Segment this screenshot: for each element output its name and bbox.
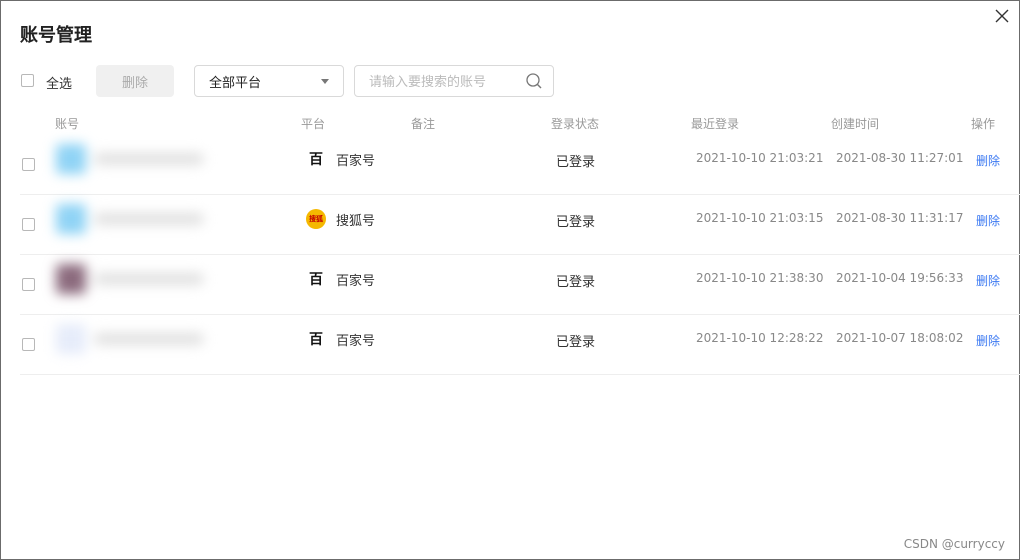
baijiahao-icon: 百 [309, 152, 323, 168]
platform-name: 百家号 [336, 334, 376, 349]
watermark: CSDN @curryccy [903, 537, 1005, 551]
account-management-dialog: 账号管理 全选 删除 全部平台 账号 平台 备注 登录状态 最近登录 创建时间 … [0, 0, 1020, 560]
header-remark: 备注 [411, 117, 436, 131]
account-name-blurred [94, 153, 204, 165]
last-login-time: 2021-10-10 21:03:21 [696, 151, 824, 165]
caret-down-icon [321, 79, 329, 84]
avatar [56, 204, 86, 234]
platform-select[interactable]: 全部平台 [194, 65, 344, 97]
row-checkbox[interactable] [22, 158, 35, 171]
table-row: 百 百家号 已登录 2021-10-10 12:28:22 2021-10-07… [20, 315, 1020, 375]
header-actions: 操作 [971, 117, 996, 131]
search-box [354, 65, 554, 97]
row-delete-link[interactable]: 删除 [976, 272, 1000, 289]
sohu-icon: 搜狐 [306, 209, 326, 229]
account-cell-blurred [56, 259, 236, 301]
created-time: 2021-08-30 11:31:17 [836, 211, 964, 225]
close-icon[interactable] [993, 7, 1011, 25]
header-login-status: 登录状态 [551, 117, 600, 131]
login-status: 已登录 [556, 155, 596, 170]
table-row: 搜狐 搜狐号 已登录 2021-10-10 21:03:15 2021-08-3… [20, 195, 1020, 255]
last-login-time: 2021-10-10 21:03:15 [696, 211, 824, 225]
row-checkbox[interactable] [22, 338, 35, 351]
row-delete-link[interactable]: 删除 [976, 152, 1000, 169]
account-cell-blurred [56, 139, 236, 181]
avatar [56, 264, 86, 294]
toolbar: 全选 删除 全部平台 [1, 65, 1019, 97]
platform-name: 百家号 [336, 274, 376, 289]
delete-selected-button[interactable]: 删除 [96, 65, 174, 97]
login-status: 已登录 [556, 275, 596, 290]
account-name-blurred [94, 213, 204, 225]
search-icon[interactable] [525, 72, 543, 90]
account-cell-blurred [56, 199, 236, 241]
login-status: 已登录 [556, 335, 596, 350]
last-login-time: 2021-10-10 21:38:30 [696, 271, 824, 285]
platform-name: 百家号 [336, 154, 376, 169]
select-all-label[interactable]: 全选 [46, 73, 72, 92]
platform-name: 搜狐号 [336, 214, 376, 229]
table-row: 百 百家号 已登录 2021-10-10 21:38:30 2021-10-04… [20, 255, 1020, 315]
row-checkbox[interactable] [22, 278, 35, 291]
select-all-checkbox[interactable] [21, 74, 34, 87]
account-name-blurred [94, 333, 204, 345]
login-status: 已登录 [556, 215, 596, 230]
dialog-title: 账号管理 [20, 25, 92, 46]
baijiahao-icon: 百 [309, 332, 323, 348]
header-platform: 平台 [301, 117, 326, 131]
account-name-blurred [94, 273, 204, 285]
table-row: 百 百家号 已登录 2021-10-10 21:03:21 2021-08-30… [20, 135, 1020, 195]
header-last-login: 最近登录 [691, 117, 740, 131]
row-checkbox[interactable] [22, 218, 35, 231]
baijiahao-icon: 百 [309, 272, 323, 288]
last-login-time: 2021-10-10 12:28:22 [696, 331, 824, 345]
created-time: 2021-10-07 18:08:02 [836, 331, 964, 345]
search-input[interactable] [369, 73, 519, 91]
account-cell-blurred [56, 319, 236, 361]
header-created-time: 创建时间 [831, 117, 880, 131]
row-delete-link[interactable]: 删除 [976, 212, 1000, 229]
avatar [56, 144, 86, 174]
platform-select-value: 全部平台 [209, 75, 262, 91]
created-time: 2021-08-30 11:27:01 [836, 151, 964, 165]
created-time: 2021-10-04 19:56:33 [836, 271, 964, 285]
row-delete-link[interactable]: 删除 [976, 332, 1000, 349]
header-account: 账号 [55, 117, 80, 131]
avatar [56, 324, 86, 354]
